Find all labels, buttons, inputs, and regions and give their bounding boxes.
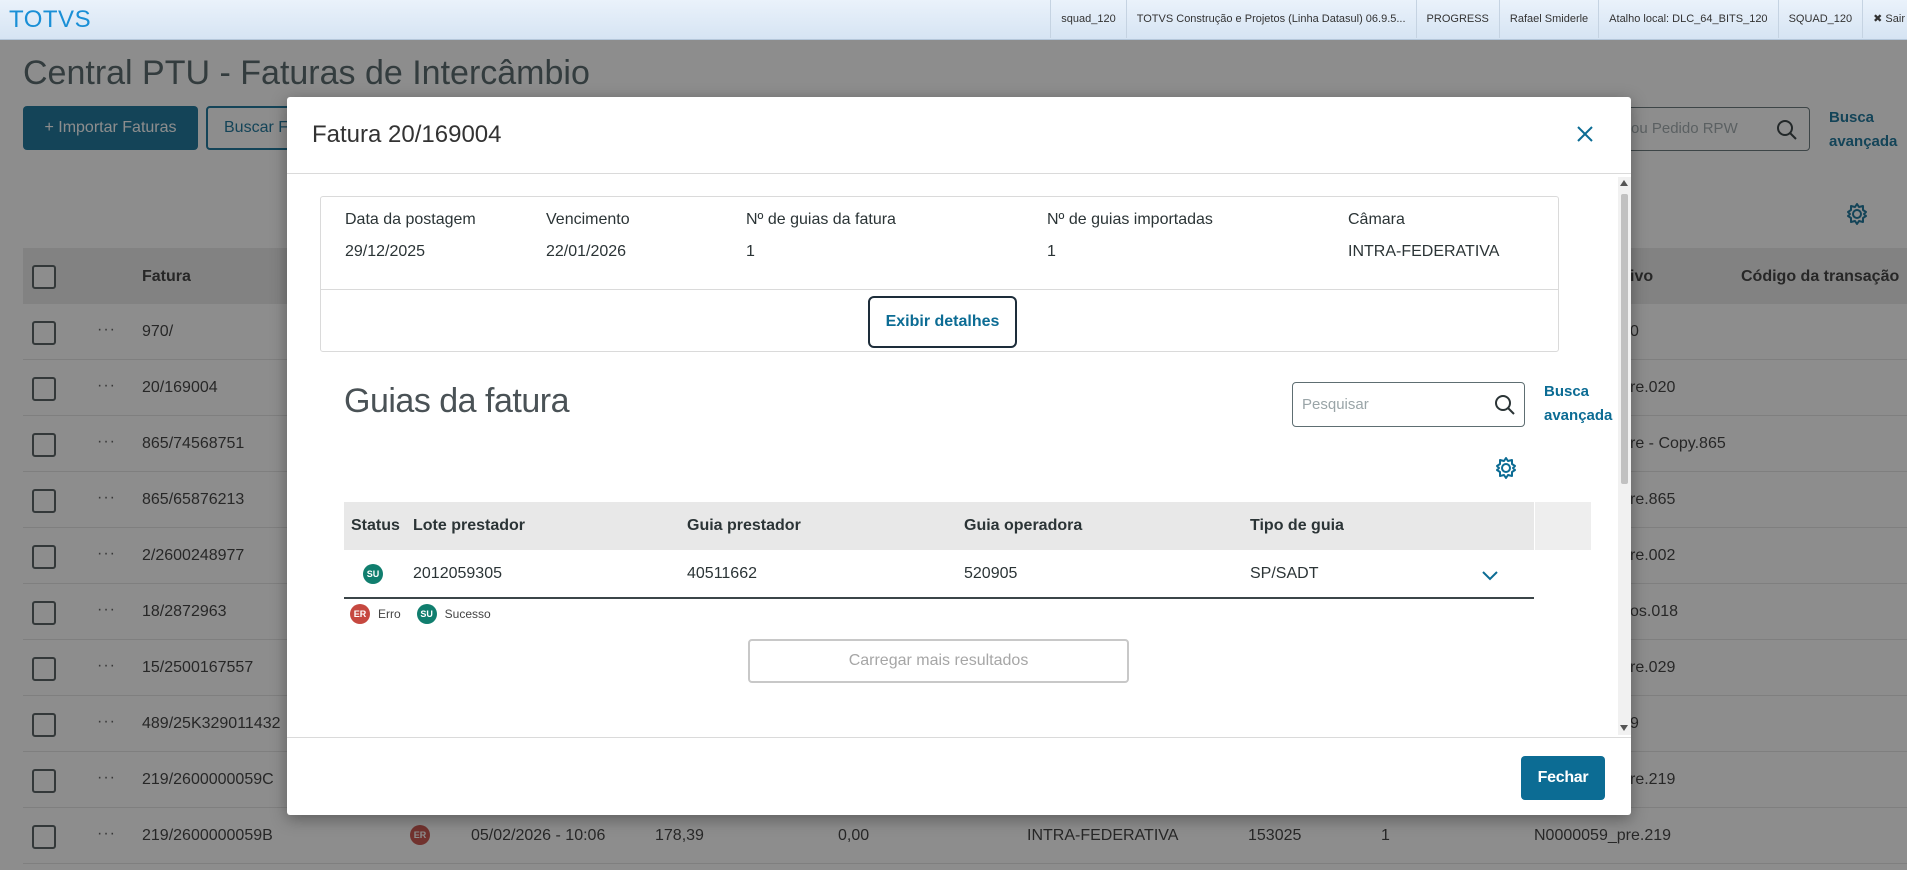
table-row[interactable]: SU 2012059305 40511662 520905 SP/SADT [344,550,1534,599]
guia-prestador-cell: 40511662 [687,565,757,582]
advanced-search-link[interactable]: Busca avançada [1544,380,1612,428]
lote-cell: 2012059305 [413,565,502,582]
legend-label-success: Sucesso [444,607,491,621]
scroll-down-arrow-icon[interactable] [1620,725,1628,731]
modal-scrollbar[interactable] [1618,177,1631,735]
top-bar: TOTVS squad_120 TOTVS Construção e Proje… [0,0,1907,40]
divider [321,289,1558,290]
gear-icon[interactable] [1494,456,1518,480]
info-value: INTRA-FEDERATIVA [1348,243,1500,260]
topbar-tabs: squad_120 TOTVS Construção e Projetos (L… [1050,0,1907,40]
info-camara: Câmara INTRA-FEDERATIVA [1348,211,1499,261]
advanced-search-line1: Busca [1544,383,1590,400]
info-value: 22/01/2026 [546,243,627,260]
tipo-guia-cell: SP/SADT [1250,565,1319,582]
status-badge-success: SU [363,564,383,584]
info-due-date: Vencimento 22/01/2026 [546,211,630,261]
info-imported-guides: Nº de guias importadas 1 [1047,211,1213,261]
scroll-up-arrow-icon[interactable] [1620,180,1628,186]
info-label: Câmara [1348,211,1405,228]
show-details-button[interactable]: Exibir detalhes [868,296,1017,348]
load-more-button[interactable]: Carregar mais resultados [748,639,1129,683]
topbar-tab-database[interactable]: PROGRESS [1415,0,1499,38]
info-label: Nº de guias da fatura [746,211,896,228]
info-label: Vencimento [546,211,630,228]
scroll-thumb[interactable] [1621,194,1628,484]
info-label: Nº de guias importadas [1047,211,1213,228]
status-legend: ER Erro SU Sucesso [350,604,507,624]
section-title: Guias da fatura [344,382,569,420]
search-icon[interactable] [1494,394,1516,416]
legend-badge-error: ER [350,604,370,624]
column-header-tipo-guia[interactable]: Tipo de guia [1250,517,1344,535]
modal-header: Fatura 20/169004 [287,97,1631,174]
info-value: 29/12/2025 [345,243,426,260]
column-header-guia-prestador[interactable]: Guia prestador [687,517,801,535]
topbar-tab-shortcut[interactable]: Atalho local: DLC_64_BITS_120 [1598,0,1777,38]
totvs-logo: TOTVS [9,5,92,33]
chevron-down-icon[interactable] [1479,564,1501,586]
topbar-tab-company[interactable]: squad_120 [1050,0,1125,38]
info-posting-date: Data da postagem 29/12/2025 [345,211,476,261]
legend-label-error: Erro [378,607,401,621]
modal-footer: Fechar [287,737,1631,815]
column-header-status[interactable]: Status [351,517,400,535]
info-label: Data da postagem [345,211,476,228]
search-placeholder: Pesquisar [1302,396,1369,413]
column-header-lote-prestador[interactable]: Lote prestador [413,517,525,535]
guia-operadora-cell: 520905 [964,565,1018,582]
topbar-tab-user[interactable]: Rafael Smiderle [1498,0,1598,38]
guides-search-input[interactable]: Pesquisar [1292,382,1525,427]
info-value: 1 [1047,243,1056,260]
legend-badge-success: SU [416,604,437,624]
invoice-info-card: Data da postagem 29/12/2025 Vencimento 2… [320,196,1559,352]
modal-body: Data da postagem 29/12/2025 Vencimento 2… [287,174,1619,735]
info-guides-count: Nº de guias da fatura 1 [746,211,896,261]
close-button[interactable]: Fechar [1521,756,1605,800]
topbar-tab-environment[interactable]: SQUAD_120 [1777,0,1863,38]
column-header-guia-operadora[interactable]: Guia operadora [964,517,1082,535]
close-icon[interactable] [1570,119,1600,149]
guides-table-header: Status Lote prestador Guia prestador Gui… [344,502,1591,550]
invoice-details-modal: Fatura 20/169004 Data da postagem 29/12/… [287,97,1631,815]
column-header-actions [1535,502,1591,550]
logout-button[interactable]: ✖ Sair [1862,0,1907,38]
modal-title: Fatura 20/169004 [312,121,502,148]
advanced-search-line2: avançada [1544,407,1613,424]
topbar-tab-product[interactable]: TOTVS Construção e Projetos (Linha Datas… [1125,0,1416,38]
info-value: 1 [746,243,755,260]
